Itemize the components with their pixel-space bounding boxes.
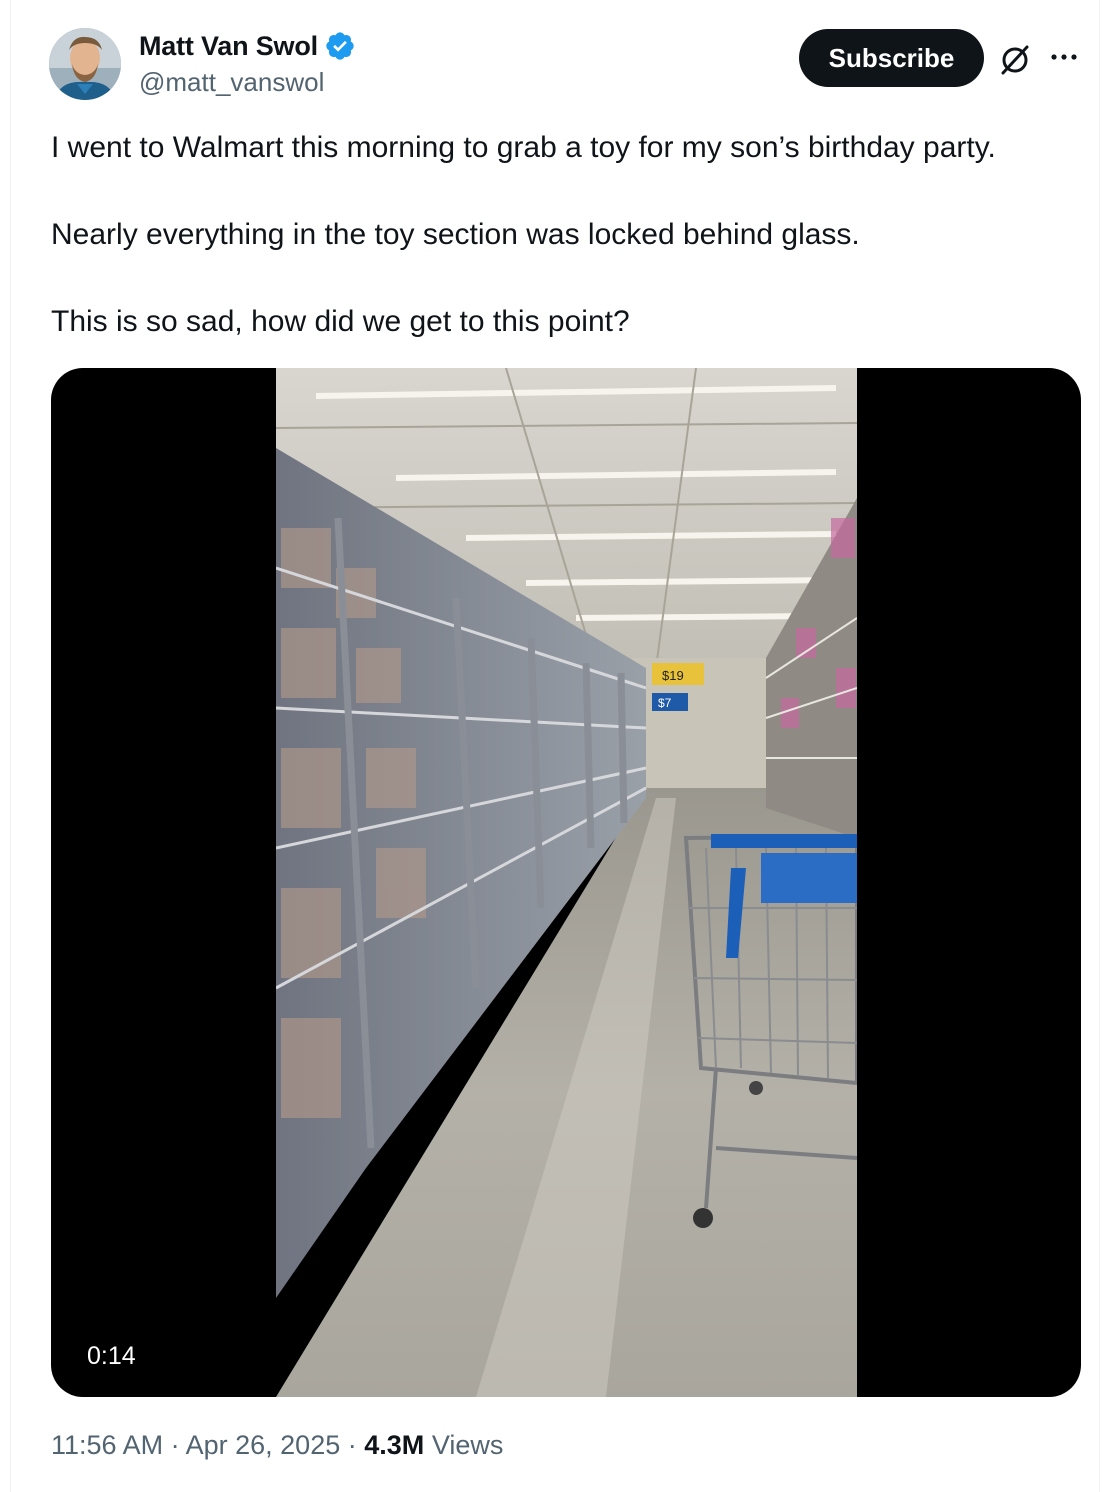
more-icon[interactable] [1047,44,1081,70]
tweet-paragraph: Nearly everything in the toy section was… [51,218,860,251]
grok-icon[interactable] [996,42,1034,76]
verified-badge-icon[interactable] [324,30,356,62]
tweet-text: I went to Walmart this morning to grab a… [51,126,1081,387]
video-duration: 0:14 [75,1338,148,1374]
subscribe-button[interactable]: Subscribe [799,29,984,87]
tweet-card: Matt Van Swol @matt_vanswol Subscribe I … [10,0,1100,1492]
tweet-time: 11:56 AM [51,1430,164,1460]
avatar-photo [49,28,121,100]
views-count: 4.3M [364,1430,425,1460]
meta-separator: · [170,1430,180,1460]
tweet-meta: 11:56 AM · Apr 26, 2025 · 4.3M Views [51,1430,503,1461]
meta-separator: · [347,1430,357,1460]
avatar[interactable] [49,28,121,100]
tweet-paragraph: I went to Walmart this morning to grab a… [51,131,996,164]
video-player[interactable]: $19 $7 0:14 [51,368,1081,1397]
author-display-name[interactable]: Matt Van Swol [139,31,318,62]
tweet-paragraph: This is so sad, how did we get to this p… [51,305,630,338]
video-frame-store-aisle: $19 $7 [276,368,857,1397]
svg-text:$19: $19 [662,668,684,683]
author-name-row: Matt Van Swol [139,30,356,62]
views-label: Views [431,1430,504,1460]
svg-text:$7: $7 [658,696,672,710]
author-handle[interactable]: @matt_vanswol [139,67,324,98]
tweet-date: Apr 26, 2025 [185,1430,341,1460]
tweet-timestamp-link[interactable]: 11:56 AM · Apr 26, 2025 [51,1430,340,1460]
